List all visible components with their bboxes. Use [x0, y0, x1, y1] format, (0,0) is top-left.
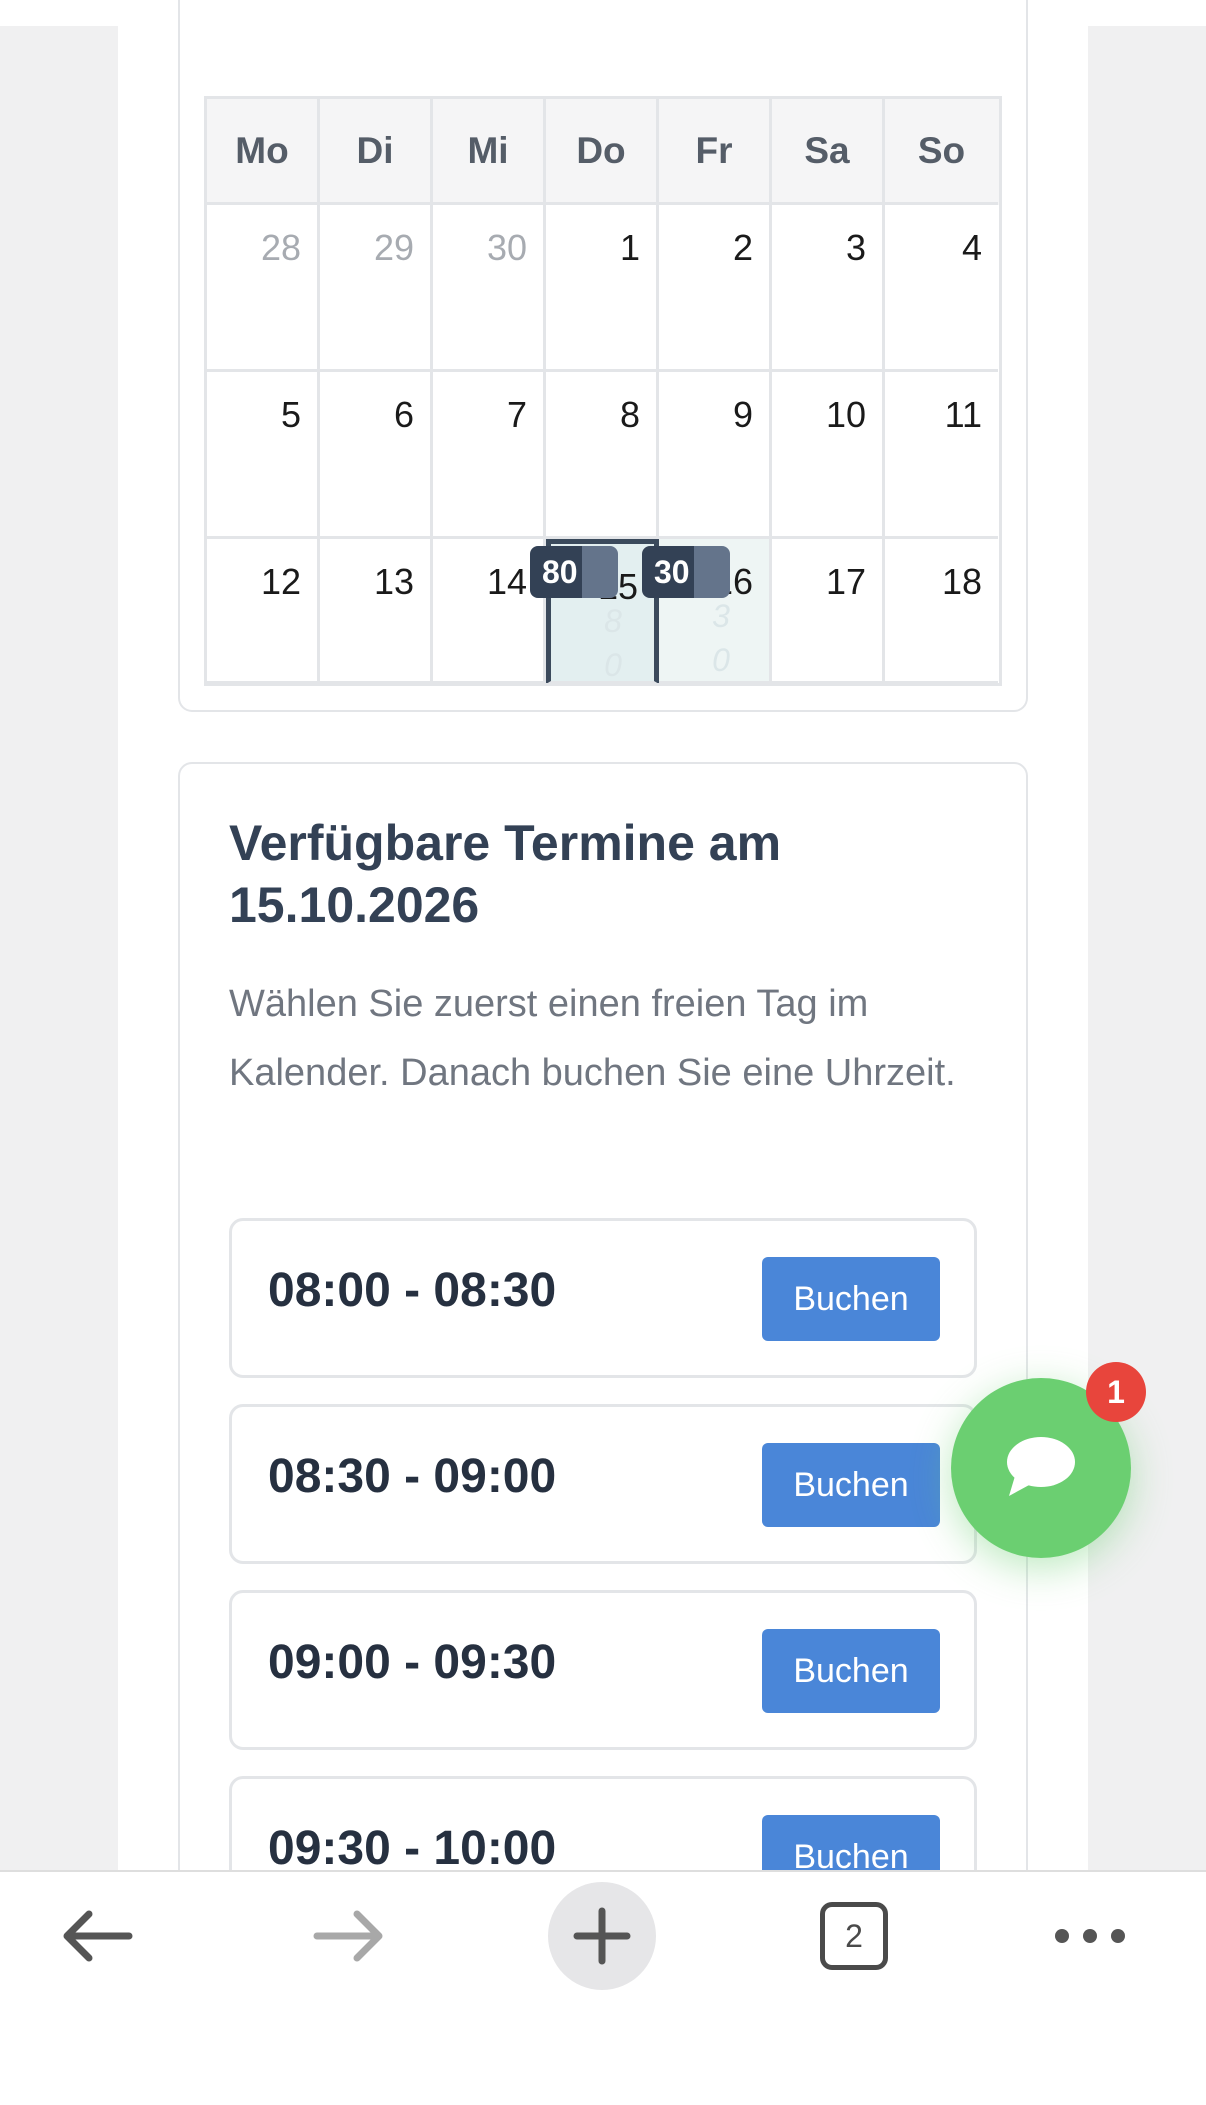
- badge-tail: [693, 546, 730, 598]
- day-number: 6: [393, 394, 414, 435]
- day-number: 28: [260, 227, 301, 268]
- calendar-day: 2: [659, 205, 772, 372]
- time-slot: 08:00 - 08:30 Buchen: [229, 1218, 977, 1378]
- chat-unread-badge: 1: [1086, 1362, 1146, 1422]
- slot-time: 08:30 - 09:00: [268, 1450, 557, 1503]
- tabs-button[interactable]: 2: [820, 1902, 888, 1970]
- slot-time: 08:00 - 08:30: [268, 1264, 557, 1317]
- day-number: 29: [373, 227, 414, 268]
- day-number: 9: [732, 394, 753, 435]
- calendar-day: 3: [772, 205, 885, 372]
- calendar-day: 4: [885, 205, 998, 372]
- day-number: 18: [941, 561, 982, 602]
- day-number: 1: [619, 227, 640, 268]
- calendar-week: 5 6 7 8 9 10 11: [207, 372, 999, 539]
- day-number: 3: [845, 227, 866, 268]
- new-tab-button[interactable]: [548, 1882, 656, 1990]
- time-slot: 09:00 - 09:30 Buchen: [229, 1590, 977, 1750]
- calendar-day: 12: [207, 539, 320, 683]
- calendar-day: 18: [885, 539, 998, 683]
- time-slot: 08:30 - 09:00 Buchen: [229, 1404, 977, 1564]
- more-button[interactable]: [1048, 1906, 1132, 1966]
- book-button[interactable]: Buchen: [762, 1257, 940, 1341]
- browser-toolbar: 2: [0, 1870, 1206, 2105]
- times-description: Wählen Sie zuerst einen freien Tag im Ka…: [229, 983, 956, 1094]
- day-number: 14: [486, 561, 527, 602]
- calendar-day: 13: [320, 539, 433, 683]
- day-number: 30: [486, 227, 527, 268]
- calendar-day: 30: [433, 205, 546, 372]
- plus-icon: [573, 1907, 631, 1965]
- calendar-day: 7: [433, 372, 546, 539]
- capacity-badge: 30: [642, 546, 730, 598]
- calendar-day: 1: [546, 205, 659, 372]
- day-number: 2: [732, 227, 753, 268]
- weekday-fr: Fr: [659, 99, 772, 205]
- slot-time: 09:00 - 09:30: [268, 1636, 557, 1689]
- day-number: 11: [944, 394, 982, 435]
- weekday-header: Mo Di Mi Do Fr Sa So: [207, 99, 999, 205]
- badge-tail: [581, 546, 618, 598]
- arrow-right-icon: [313, 1910, 383, 1962]
- calendar-day: 28: [207, 205, 320, 372]
- capacity-badge: 80: [530, 546, 618, 598]
- day-number: 17: [825, 561, 866, 602]
- calendar-day: 10: [772, 372, 885, 539]
- calendar-day: 29: [320, 205, 433, 372]
- weekday-sa: Sa: [772, 99, 885, 205]
- weekday-do: Do: [546, 99, 659, 205]
- day-number: 10: [825, 394, 866, 435]
- calendar-day: 6: [320, 372, 433, 539]
- back-button[interactable]: [54, 1894, 138, 1978]
- calendar-day: 11: [885, 372, 998, 539]
- forward-button[interactable]: [308, 1894, 392, 1978]
- weekday-di: Di: [320, 99, 433, 205]
- calendar-day: 17: [772, 539, 885, 683]
- day-capacity-ghost: 80: [604, 603, 622, 683]
- arrow-left-icon: [63, 1910, 133, 1962]
- calendar-day: 5: [207, 372, 320, 539]
- day-number: 12: [260, 561, 301, 602]
- day-number: 7: [506, 394, 527, 435]
- calendar-day: 8: [546, 372, 659, 539]
- calendar-week: 28 29 30 1 2 3 4: [207, 205, 999, 372]
- weekday-mi: Mi: [433, 99, 546, 205]
- calendar-day: 9: [659, 372, 772, 539]
- day-number: 5: [280, 394, 301, 435]
- weekday-mo: Mo: [207, 99, 320, 205]
- more-dots-icon: [1055, 1929, 1125, 1943]
- weekday-so: So: [885, 99, 998, 205]
- book-button[interactable]: Buchen: [762, 1629, 940, 1713]
- day-capacity-ghost: 30: [712, 598, 730, 678]
- day-number: 8: [619, 394, 640, 435]
- day-number: 13: [373, 561, 414, 602]
- book-button[interactable]: Buchen: [762, 1443, 940, 1527]
- day-number: 4: [961, 227, 982, 268]
- chat-bubble-icon: [1007, 1437, 1075, 1496]
- slot-time: 09:30 - 10:00: [268, 1822, 557, 1875]
- times-title: Verfügbare Termine am 15.10.2026: [229, 815, 782, 933]
